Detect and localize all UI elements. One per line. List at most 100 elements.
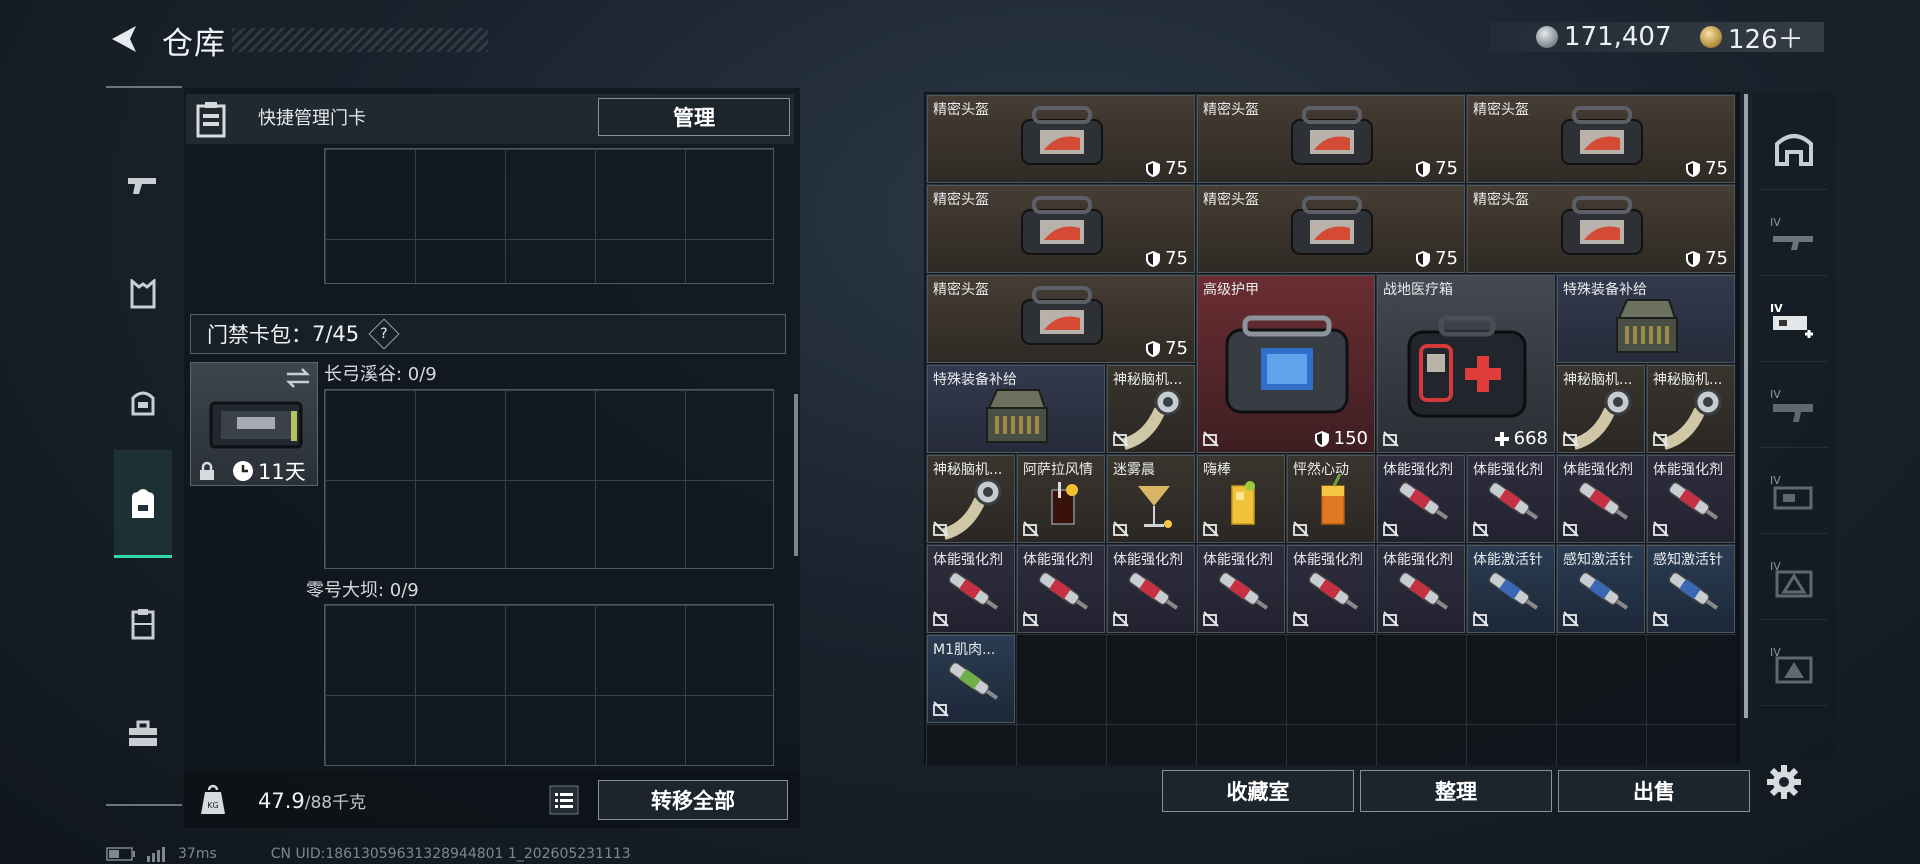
stash-item[interactable]: 体能强化剂 <box>1557 455 1645 543</box>
keycard-bag-count: 7/45 <box>312 322 360 346</box>
tab-weapon[interactable] <box>114 130 172 238</box>
armor-bag-image <box>1225 315 1349 414</box>
toolbox-icon <box>129 720 157 746</box>
stash-item[interactable]: 感知激活针 <box>1647 545 1735 633</box>
currency-gold[interactable]: 126＋ <box>1700 22 1804 55</box>
item-name: 精密头盔 <box>1473 192 1529 208</box>
stash-scrollbar[interactable] <box>1744 94 1748 718</box>
stash-item[interactable]: 迷雾晨 <box>1107 455 1195 543</box>
sort-button[interactable]: 整理 <box>1360 770 1552 812</box>
stash-item[interactable]: 体能强化剂 <box>1287 545 1375 633</box>
no-drop-icon <box>1113 521 1129 537</box>
manage-button[interactable]: 管理 <box>598 98 790 136</box>
stash-item[interactable]: 阿萨拉风情 <box>1017 455 1105 543</box>
blue-syringe-image <box>1488 571 1539 610</box>
item-name: 体能强化剂 <box>1293 552 1363 568</box>
help-icon[interactable]: ? <box>368 318 400 350</box>
filter-iv-triangle-2[interactable]: IV <box>1760 622 1828 706</box>
stash-item[interactable]: 嗨棒 <box>1197 455 1285 543</box>
item-value: 75 <box>1145 158 1188 179</box>
tab-armor[interactable] <box>114 240 172 348</box>
transfer-all-button[interactable]: 转移全部 <box>598 780 788 820</box>
tab-backpack[interactable] <box>114 450 172 558</box>
no-drop-icon <box>1203 611 1219 627</box>
item-name: 战地医疗箱 <box>1383 282 1453 298</box>
stash-item[interactable]: 战地医疗箱 668 <box>1377 275 1555 453</box>
no-drop-icon <box>1203 521 1219 537</box>
swap-icon[interactable] <box>285 367 311 389</box>
filter-iv-gun-add[interactable]: IV <box>1760 278 1828 362</box>
orange-cocktail-image <box>1321 474 1345 525</box>
stash-item[interactable]: 体能强化剂 <box>1377 545 1465 633</box>
stash-item[interactable]: 体能激活针 <box>1467 545 1555 633</box>
tab-helmet[interactable] <box>114 350 172 458</box>
tab-chest-rig[interactable] <box>114 570 172 678</box>
stash-item[interactable]: 精密头盔 75 <box>1197 95 1465 183</box>
keycard-grid-longbow[interactable] <box>324 389 774 569</box>
item-name: 特殊装备补给 <box>933 372 1017 388</box>
rifle-add-filter-icon: IV <box>1770 302 1813 338</box>
stash-item[interactable]: 高级护甲 150 <box>1197 275 1375 453</box>
stash-item[interactable]: 神秘脑机... <box>1647 365 1735 453</box>
keycard-grid-top[interactable] <box>324 148 774 284</box>
filter-iv-box[interactable]: IV <box>1760 450 1828 534</box>
stash-item[interactable]: 特殊装备补给 <box>1557 275 1735 363</box>
item-name: 嗨棒 <box>1203 462 1231 478</box>
stash-item[interactable]: 体能强化剂 <box>1107 545 1195 633</box>
clock-icon <box>233 461 253 481</box>
stash-item[interactable]: 体能强化剂 <box>1197 545 1285 633</box>
silver-amount: 171,407 <box>1564 22 1672 52</box>
item-name: 体能激活针 <box>1473 552 1543 568</box>
stash-item[interactable]: 感知激活针 <box>1557 545 1645 633</box>
item-name: 怦然心动 <box>1293 462 1349 478</box>
filter-iv-gun[interactable]: IV <box>1760 192 1828 276</box>
item-name: 神秘脑机... <box>933 462 1003 478</box>
stash-item[interactable]: 精密头盔 75 <box>1467 185 1735 273</box>
stash-item[interactable]: 特殊装备补给 <box>927 365 1105 453</box>
stash-item[interactable]: 神秘脑机... <box>927 455 1015 543</box>
stash-item[interactable]: 精密头盔 75 <box>927 185 1195 273</box>
section-label-longbow: 长弓溪谷: 0/9 <box>324 364 437 385</box>
stash-item[interactable]: 体能强化剂 <box>1467 455 1555 543</box>
stash-item[interactable]: 神秘脑机... <box>1107 365 1195 453</box>
gear-icon[interactable] <box>1766 764 1802 800</box>
stash-item[interactable]: 体能强化剂 <box>1377 455 1465 543</box>
no-drop-icon <box>1653 611 1669 627</box>
svg-text:IV: IV <box>1770 216 1781 229</box>
keycard-grid-dam[interactable] <box>324 604 774 766</box>
keycard-case-icon <box>196 102 226 138</box>
currency-silver[interactable]: 171,407 <box>1536 22 1672 52</box>
stash-item[interactable]: 精密头盔 75 <box>927 95 1195 183</box>
item-name: 感知激活针 <box>1653 552 1723 568</box>
stash-item[interactable]: 体能强化剂 <box>1647 455 1735 543</box>
list-view-icon[interactable] <box>548 784 580 816</box>
filter-all[interactable] <box>1760 106 1828 190</box>
collection-room-button[interactable]: 收藏室 <box>1162 770 1354 812</box>
no-drop-icon <box>1113 431 1129 447</box>
stash-item[interactable]: 神秘脑机... <box>1557 365 1645 453</box>
tab-toolbox[interactable] <box>114 680 172 788</box>
stash-item[interactable]: 怦然心动 <box>1287 455 1375 543</box>
helmet-bag-image <box>1021 106 1103 165</box>
silver-coin-icon <box>1536 26 1558 48</box>
stash-item[interactable]: 精密头盔 75 <box>1467 95 1735 183</box>
stash-item[interactable]: 体能强化剂 <box>927 545 1015 633</box>
stash-item[interactable]: 体能强化剂 <box>1017 545 1105 633</box>
filter-iv-triangle[interactable]: IV <box>1760 536 1828 620</box>
weight-readout: 47.9/88千克 <box>258 789 367 813</box>
filter-iv-weapon[interactable]: IV <box>1760 364 1828 448</box>
helmet-bag-image <box>1561 106 1643 165</box>
stash-item[interactable]: 精密头盔 75 <box>1197 185 1465 273</box>
sell-button[interactable]: 出售 <box>1558 770 1750 812</box>
left-scrollbar[interactable] <box>794 394 798 556</box>
stash-item[interactable]: M1肌肉... <box>927 635 1015 723</box>
battery-icon <box>106 847 135 861</box>
item-name: 神秘脑机... <box>1653 372 1723 388</box>
stash-item[interactable]: 精密头盔 75 <box>927 275 1195 363</box>
item-name: 体能强化剂 <box>1383 552 1453 568</box>
item-name: 精密头盔 <box>1473 102 1529 118</box>
back-arrow-icon[interactable] <box>106 22 140 56</box>
triangle-filter-icon: IV <box>1770 560 1813 597</box>
item-value: 75 <box>1685 248 1728 269</box>
shield-icon <box>1146 160 1161 177</box>
